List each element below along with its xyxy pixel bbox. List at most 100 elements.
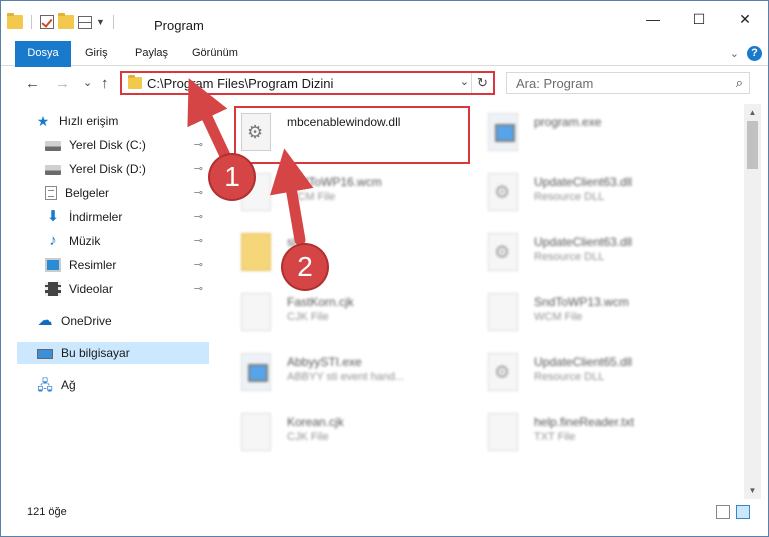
file-type: Resource DLL bbox=[534, 251, 605, 263]
minimize-button[interactable]: — bbox=[630, 1, 676, 37]
sidebar-item-onedrive[interactable]: ☁ OneDrive bbox=[37, 310, 209, 332]
tab-view[interactable]: Görünüm bbox=[192, 41, 238, 66]
help-icon[interactable]: ? bbox=[747, 46, 762, 61]
file-name: Korean.cjk bbox=[287, 415, 344, 429]
file-name: AbbyySTI.exe bbox=[287, 355, 362, 369]
file-name: UpdateClient63.dll bbox=[534, 235, 633, 249]
details-view-icon[interactable] bbox=[716, 505, 730, 519]
sidebar-item-local-disk-d[interactable]: Yerel Disk (D:) ⊸ bbox=[45, 158, 209, 180]
file-item[interactable]: UpdateClient63.dll Resource DLL bbox=[482, 227, 727, 277]
file-name: SndToWP13.wcm bbox=[534, 295, 629, 309]
sidebar-item-quick-access[interactable]: ★ Hızlı erişim bbox=[35, 110, 209, 132]
downloads-icon: ⬇ bbox=[46, 208, 60, 225]
scroll-down-icon[interactable]: ▼ bbox=[744, 482, 761, 499]
address-dropdown-chevron-icon[interactable]: ⌄ bbox=[460, 75, 469, 88]
navigation-bar: ← → ⌄ ↑ C:\Program Files\Program Dizini … bbox=[1, 67, 768, 101]
pin-icon[interactable]: ⊸ bbox=[194, 182, 203, 204]
chevron-down-icon[interactable]: ▼ bbox=[96, 17, 105, 27]
sidebar-item-videos[interactable]: Videolar ⊸ bbox=[45, 278, 209, 300]
file-icon bbox=[241, 293, 271, 331]
sidebar-item-label: Müzik bbox=[69, 234, 101, 248]
file-name: UpdateClient65.dll bbox=[534, 355, 633, 369]
refresh-button[interactable]: ↻ bbox=[471, 73, 493, 93]
file-name: UpdateClient63.dll bbox=[534, 175, 633, 189]
sidebar-item-label: Yerel Disk (C:) bbox=[69, 138, 146, 152]
maximize-button[interactable]: ☐ bbox=[676, 1, 722, 37]
pin-icon[interactable]: ⊸ bbox=[194, 278, 203, 300]
sidebar-item-label: OneDrive bbox=[61, 314, 112, 328]
sidebar-item-documents[interactable]: Belgeler ⊸ bbox=[45, 182, 209, 204]
folder-icon bbox=[128, 75, 142, 89]
forward-button[interactable]: → bbox=[55, 75, 70, 92]
music-icon: ♪ bbox=[49, 232, 57, 249]
recent-locations-chevron-icon[interactable]: ⌄ bbox=[83, 76, 92, 89]
sidebar-item-this-pc[interactable]: Bu bilgisayar bbox=[17, 342, 209, 364]
sidebar-item-label: Belgeler bbox=[65, 186, 110, 200]
sidebar-item-label: Bu bilgisayar bbox=[61, 346, 130, 360]
file-item[interactable]: program.exe bbox=[482, 107, 727, 157]
address-bar[interactable]: C:\Program Files\Program Dizini ⌄ ↻ bbox=[120, 71, 495, 95]
documents-icon bbox=[45, 186, 57, 200]
file-item[interactable]: FastKorn.cjk CJK File bbox=[235, 287, 480, 337]
file-icon bbox=[488, 413, 518, 451]
sidebar-item-label: Hızlı erişim bbox=[59, 114, 119, 128]
file-item[interactable]: UpdateClient65.dll Resource DLL bbox=[482, 347, 727, 397]
pin-icon[interactable]: ⊸ bbox=[194, 206, 203, 228]
ribbon-right-controls: ⌄ ? bbox=[730, 46, 762, 61]
address-path[interactable]: C:\Program Files\Program Dizini bbox=[147, 76, 333, 91]
sidebar-item-network[interactable]: 🖧 Ağ bbox=[37, 374, 209, 396]
ribbon-tabs: Dosya Giriş Paylaş Görünüm ⌄ ? bbox=[1, 41, 768, 91]
file-item[interactable]: SndToWP13.wcm WCM File bbox=[482, 287, 727, 337]
properties-check-icon[interactable] bbox=[40, 15, 54, 29]
title-bar: ▼ Program — ☐ ✕ bbox=[1, 1, 768, 41]
close-button[interactable]: ✕ bbox=[722, 1, 768, 37]
new-folder-icon[interactable] bbox=[58, 13, 74, 29]
sidebar-item-label: Yerel Disk (D:) bbox=[69, 162, 146, 176]
file-item[interactable]: SndToWP16.wcm WCM File bbox=[235, 167, 480, 217]
file-type: ABBYY sti event hand... bbox=[287, 371, 405, 383]
file-type: WCM File bbox=[534, 311, 583, 323]
dll-gear-icon bbox=[488, 233, 518, 271]
search-box[interactable]: Ara: Program ⌕ bbox=[506, 72, 750, 94]
sidebar-item-label: İndirmeler bbox=[69, 210, 123, 224]
properties-icon[interactable] bbox=[78, 15, 92, 29]
file-explorer-window: ▼ Program — ☐ ✕ Dosya Giriş Paylaş Görün… bbox=[0, 0, 769, 537]
vertical-scrollbar[interactable]: ▲ ▼ bbox=[744, 104, 761, 499]
pin-icon[interactable]: ⊸ bbox=[194, 254, 203, 276]
tab-home[interactable]: Giriş bbox=[85, 41, 108, 66]
step-badge-1: 1 bbox=[210, 155, 254, 199]
sidebar-item-music[interactable]: ♪ Müzik ⊸ bbox=[45, 230, 209, 252]
caption-buttons: — ☐ ✕ bbox=[630, 1, 768, 37]
search-input[interactable]: Ara: Program bbox=[516, 76, 593, 91]
sidebar-item-local-disk-c[interactable]: Yerel Disk (C:) ⊸ bbox=[45, 134, 209, 156]
file-name: program.exe bbox=[534, 115, 602, 129]
tab-share[interactable]: Paylaş bbox=[135, 41, 168, 66]
expand-ribbon-chevron-icon[interactable]: ⌄ bbox=[730, 47, 739, 60]
navigation-pane: ★ Hızlı erişim Yerel Disk (C:) ⊸ Yerel D… bbox=[1, 104, 211, 494]
file-item[interactable]: Korean.cjk CJK File bbox=[235, 407, 480, 457]
file-item[interactable]: AbbyySTI.exe ABBYY sti event hand... bbox=[235, 347, 480, 397]
file-name: help.fineReader.txt bbox=[534, 415, 635, 429]
file-item[interactable]: help.fineReader.txt TXT File bbox=[482, 407, 727, 457]
back-button[interactable]: ← bbox=[25, 75, 40, 92]
pin-icon[interactable]: ⊸ bbox=[194, 158, 203, 180]
scroll-thumb[interactable] bbox=[747, 121, 758, 169]
folder-icon bbox=[7, 13, 23, 29]
file-item[interactable]: sl bbox=[235, 227, 480, 277]
drive-icon bbox=[45, 165, 61, 175]
window-title: Program bbox=[154, 18, 204, 33]
scroll-up-icon[interactable]: ▲ bbox=[744, 104, 761, 121]
sidebar-item-downloads[interactable]: ⬇ İndirmeler ⊸ bbox=[45, 206, 209, 228]
pin-icon[interactable]: ⊸ bbox=[194, 134, 203, 156]
pin-icon[interactable]: ⊸ bbox=[194, 230, 203, 252]
sidebar-item-label: Videolar bbox=[69, 282, 113, 296]
sidebar-item-label: Ağ bbox=[61, 378, 76, 392]
drive-icon bbox=[45, 141, 61, 151]
up-button[interactable]: ↑ bbox=[101, 75, 109, 92]
videos-icon bbox=[45, 282, 61, 296]
file-type: TXT File bbox=[534, 431, 576, 443]
file-item[interactable]: UpdateClient63.dll Resource DLL bbox=[482, 167, 727, 217]
large-icons-view-icon[interactable] bbox=[736, 505, 750, 519]
sidebar-item-pictures[interactable]: Resimler ⊸ bbox=[45, 254, 209, 276]
search-icon[interactable]: ⌕ bbox=[736, 75, 743, 91]
